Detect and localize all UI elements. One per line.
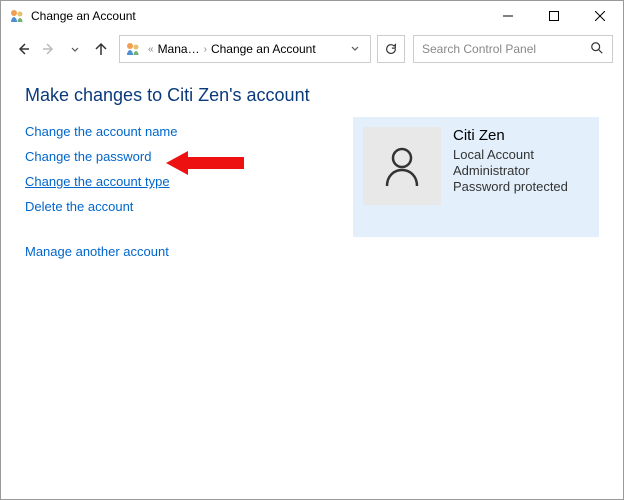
manage-another-link[interactable]: Manage another account	[25, 244, 169, 259]
breadcrumb-current[interactable]: Change an Account	[209, 42, 318, 56]
breadcrumb-icon	[124, 40, 142, 58]
refresh-button[interactable]	[377, 35, 405, 63]
left-column: Make changes to Citi Zen's account Chang…	[25, 85, 353, 259]
change-name-link[interactable]: Change the account name	[25, 124, 178, 139]
breadcrumb-separator: «	[148, 44, 154, 55]
search-icon[interactable]	[590, 41, 604, 58]
maximize-button[interactable]	[531, 1, 577, 31]
link-gap	[25, 224, 353, 234]
account-name: Citi Zen	[453, 127, 568, 144]
search-input[interactable]	[422, 42, 590, 56]
chevron-right-icon: ›	[204, 44, 207, 55]
history-dropdown[interactable]	[63, 37, 87, 61]
navigation-bar: « Mana… › Change an Account	[1, 31, 623, 67]
titlebar: Change an Account	[1, 1, 623, 31]
account-role: Administrator	[453, 163, 568, 178]
delete-account-link[interactable]: Delete the account	[25, 199, 133, 214]
account-info: Citi Zen Local Account Administrator Pas…	[453, 127, 568, 194]
minimize-button[interactable]	[485, 1, 531, 31]
window-title: Change an Account	[31, 9, 485, 23]
change-password-link[interactable]: Change the password	[25, 149, 151, 164]
page-title: Make changes to Citi Zen's account	[25, 85, 353, 106]
content-area: Make changes to Citi Zen's account Chang…	[1, 67, 623, 277]
account-type: Local Account	[453, 147, 568, 162]
change-type-link[interactable]: Change the account type	[25, 174, 170, 189]
app-icon	[9, 8, 25, 24]
window-controls	[485, 1, 623, 31]
breadcrumb-dropdown[interactable]	[344, 42, 366, 56]
avatar	[363, 127, 441, 205]
forward-button[interactable]	[37, 37, 61, 61]
account-card: Citi Zen Local Account Administrator Pas…	[353, 117, 599, 237]
breadcrumb-parent[interactable]: Mana…	[156, 42, 202, 56]
close-button[interactable]	[577, 1, 623, 31]
breadcrumb[interactable]: « Mana… › Change an Account	[119, 35, 371, 63]
back-button[interactable]	[11, 37, 35, 61]
account-protection: Password protected	[453, 179, 568, 194]
up-button[interactable]	[89, 37, 113, 61]
search-box[interactable]	[413, 35, 613, 63]
action-links: Change the account name Change the passw…	[25, 124, 353, 259]
